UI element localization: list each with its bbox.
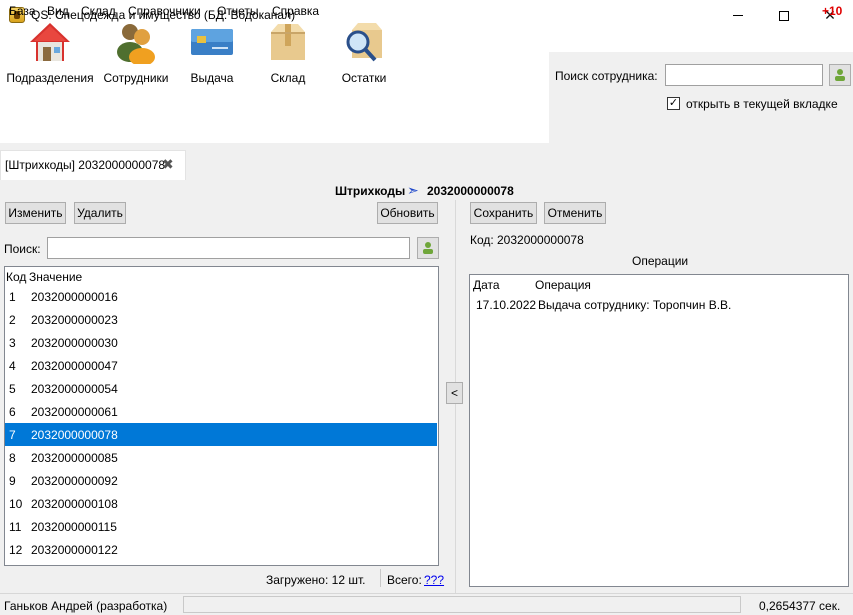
row-code: 3 [9,336,16,350]
toolbar-departments-button[interactable]: Подразделения [5,0,95,91]
operations-table[interactable] [469,274,849,587]
operations-title: Операции [632,254,689,268]
status-user: Ганьков Андрей (разработка) [4,599,168,613]
people-icon [117,24,155,64]
row-code: 8 [9,451,16,465]
card-icon [191,29,233,55]
table-row[interactable]: 6 2032000000061 [5,400,437,423]
box-search-icon [346,23,382,62]
operation-description[interactable]: Выдача сотруднику: Торопчин В.В. [538,298,731,312]
table-row[interactable]: 1 2032000000016 [5,285,437,308]
row-value: 2032000000122 [31,543,118,557]
row-value: 2032000000061 [31,405,118,419]
delete-button[interactable]: Удалить [74,202,126,224]
collapse-panel-button[interactable]: < [446,382,463,404]
search-label: Поиск: [4,242,41,256]
table-row[interactable]: 2 2032000000023 [5,308,437,331]
row-value: 2032000000054 [31,382,118,396]
toolbar-label: Остатки [341,71,387,85]
table-row[interactable]: 12 2032000000122 [5,538,437,561]
save-button[interactable]: Сохранить [470,202,537,224]
page-title: Штрихкоды [335,184,406,198]
column-header-code[interactable]: Код [6,270,26,284]
tab-close-icon[interactable]: ✖ [162,156,174,173]
status-time: 0,2654377 сек. [759,599,841,613]
edit-button[interactable]: Изменить [5,202,66,224]
row-value: 2032000000016 [31,290,118,304]
row-value: 2032000000023 [31,313,118,327]
minimize-button[interactable] [715,0,761,31]
table-row[interactable]: 11 2032000000115 [5,515,437,538]
row-code: 7 [9,428,16,442]
row-value: 2032000000030 [31,336,118,350]
row-value: 2032000000092 [31,474,118,488]
tab-label: [Штрихкоды] 2032000000078 [5,158,166,172]
row-code: 9 [9,474,16,488]
employee-search-button[interactable] [829,64,851,86]
table-row[interactable]: 4 2032000000047 [5,354,437,377]
column-header-value[interactable]: Значение [29,270,82,284]
box-icon [271,24,305,60]
loaded-count: Загружено: 12 шт. [266,573,366,587]
maximize-button[interactable] [761,0,807,31]
status-panel [183,596,741,613]
person-search-icon [423,242,433,254]
table-row[interactable]: 10 2032000000108 [5,492,437,515]
row-value: 2032000000108 [31,497,118,511]
row-code: 5 [9,382,16,396]
row-code: 2 [9,313,16,327]
total-count-link[interactable]: ??? [424,573,444,587]
open-in-current-tab-checkbox[interactable]: ✓ [667,97,680,110]
row-code: 10 [9,497,23,511]
row-code: 11 [9,520,22,534]
operation-date[interactable]: 17.10.2022 [476,298,536,312]
house-icon [30,23,70,61]
row-value: 2032000000047 [31,359,118,373]
row-code: 6 [9,405,16,419]
table-row[interactable]: 9 2032000000092 [5,469,437,492]
toolbar-stock-button[interactable]: Остатки [319,0,409,91]
open-in-current-tab-label: открыть в текущей вкладке [686,97,838,111]
row-value: 2032000000078 [31,428,118,442]
row-code: 4 [9,359,16,373]
employee-search-label: Поиск сотрудника: [555,69,658,83]
row-value: 2032000000115 [31,520,117,534]
row-code: 12 [9,543,23,557]
status-divider [380,569,381,587]
search-button[interactable] [417,237,439,259]
notification-counter[interactable]: +10 [822,4,842,18]
column-header-date[interactable]: Дата [473,278,500,292]
row-value: 2032000000085 [31,451,118,465]
page-subtitle-code: 2032000000078 [427,184,514,198]
search-input[interactable] [47,237,410,259]
cancel-button[interactable]: Отменить [544,202,606,224]
refresh-button[interactable]: Обновить [377,202,438,224]
table-row-selected[interactable]: 7 2032000000078 [5,423,437,446]
employee-search-input[interactable] [665,64,823,86]
total-label: Всего: [387,573,422,587]
person-search-icon [835,69,845,81]
code-label: Код: [470,233,494,247]
column-header-operation[interactable]: Операция [535,278,591,292]
code-value: 2032000000078 [497,233,584,247]
toolbar-label: Подразделения [6,71,94,85]
table-row[interactable]: 8 2032000000085 [5,446,437,469]
table-row[interactable]: 5 2032000000054 [5,377,437,400]
row-code: 1 [9,290,16,304]
table-row[interactable]: 3 2032000000030 [5,331,437,354]
arrow-icon: ➣ [407,182,419,198]
